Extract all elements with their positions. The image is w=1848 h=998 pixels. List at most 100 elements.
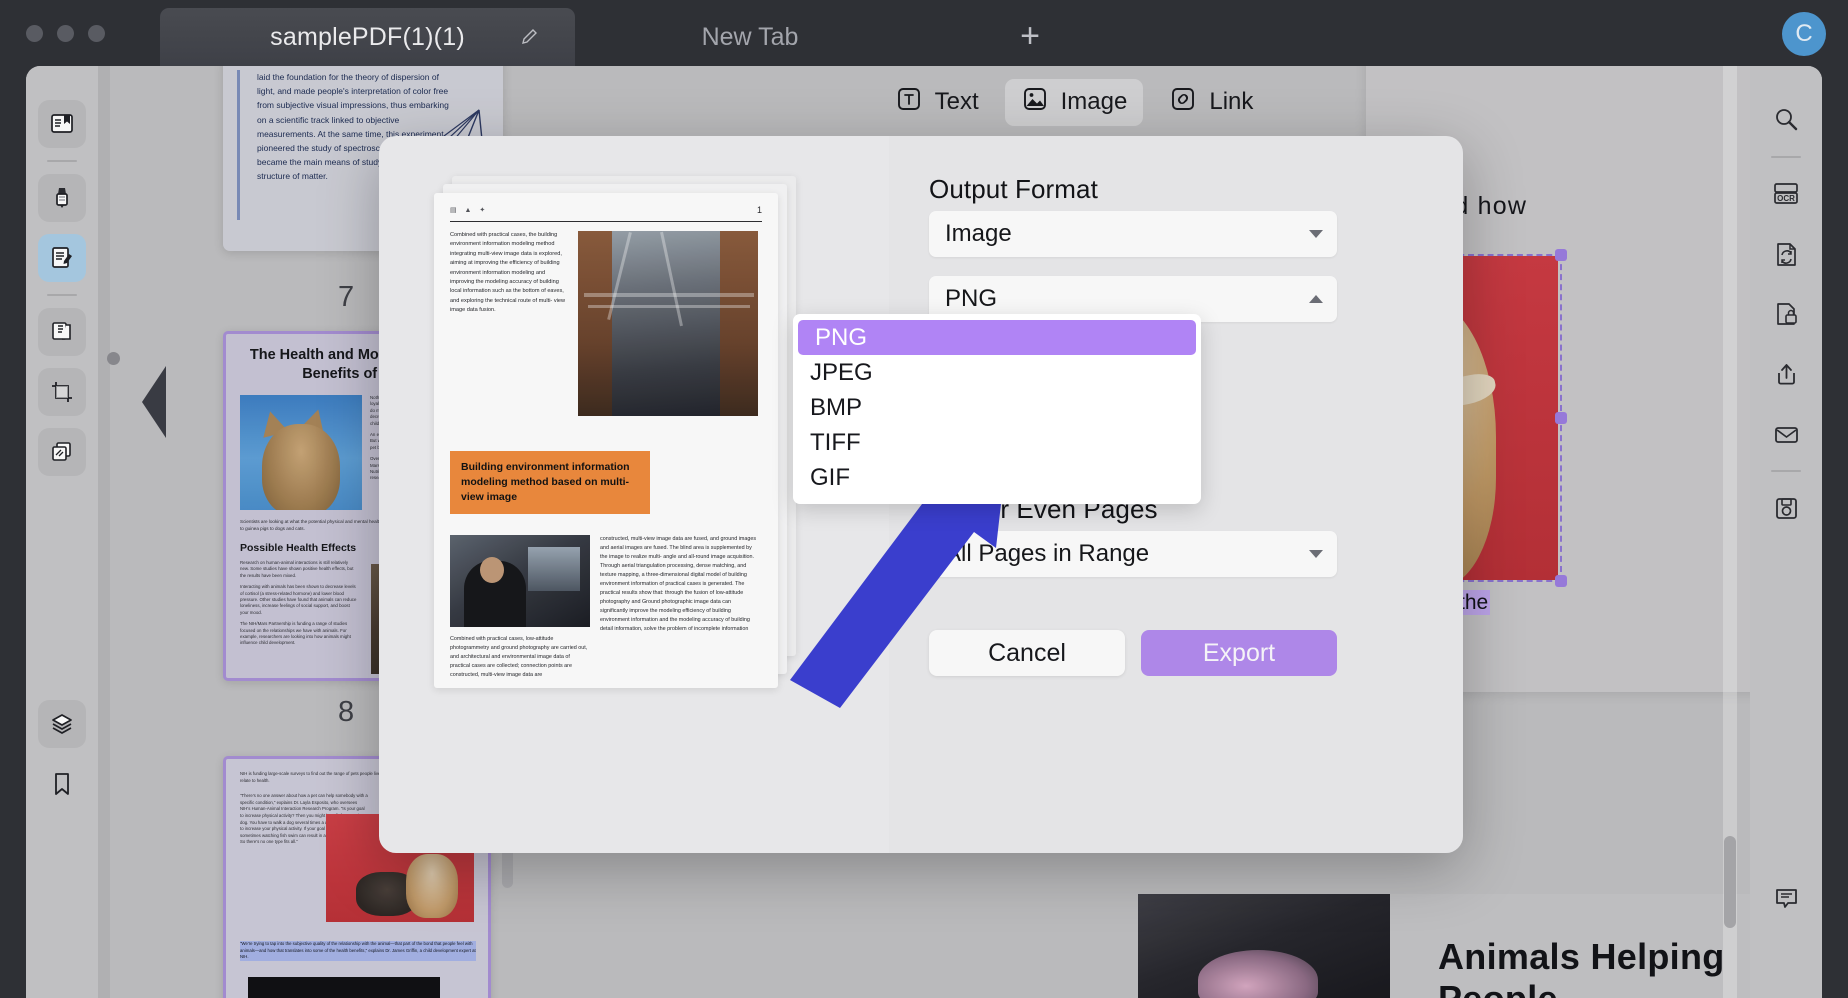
page8-sec-p2: Interacting with animals has been shown … <box>240 584 358 616</box>
page-number-7: 7 <box>338 281 354 314</box>
dropdown-option-tiff[interactable]: TIFF <box>793 425 1201 460</box>
right-toolbar: OCR <box>1750 66 1822 998</box>
export-button[interactable]: Export <box>1141 630 1337 676</box>
format-dropdown-menu[interactable]: PNG JPEG BMP TIFF GIF <box>793 314 1201 504</box>
sidebar-item-bookmark-tool[interactable] <box>38 760 86 808</box>
sidebar-item-comment[interactable] <box>1762 874 1810 922</box>
sidebar-item-organize-pages[interactable] <box>38 308 86 356</box>
crop-icon <box>49 379 75 405</box>
minimize-window-button[interactable] <box>57 25 74 42</box>
format-value: PNG <box>945 285 997 313</box>
sidebar-item-edit-tool[interactable] <box>38 234 86 282</box>
chevron-up-icon <box>1309 295 1323 303</box>
page-number-8: 8 <box>338 696 354 729</box>
output-format-label: Output Format <box>929 174 1098 205</box>
rename-tab-icon[interactable] <box>520 27 540 47</box>
resize-handle-br[interactable] <box>1555 575 1567 587</box>
panel-drag-handle[interactable] <box>107 352 120 365</box>
rail-divider-1 <box>47 160 77 162</box>
sidebar-item-save[interactable] <box>1762 484 1810 532</box>
bottom-page-heading: Animals Helping People <box>1438 936 1750 998</box>
tab-image[interactable]: Image <box>1005 79 1144 126</box>
odd-even-value: All Pages in Range <box>945 540 1149 568</box>
mail-icon <box>1773 421 1800 448</box>
page7-accent-bar <box>237 70 240 220</box>
collapse-panel-chevron-icon[interactable] <box>142 366 166 438</box>
comment-icon <box>1773 885 1800 912</box>
dropdown-option-bmp[interactable]: BMP <box>793 390 1201 425</box>
dropdown-option-gif[interactable]: GIF <box>793 460 1201 495</box>
format-type-select[interactable]: Image <box>929 211 1337 257</box>
window-controls <box>26 25 105 42</box>
title-bar: samplePDF(1)(1) New Tab + C <box>0 0 1848 66</box>
sidebar-item-ocr[interactable]: OCR <box>1762 170 1810 218</box>
sidebar-item-share[interactable] <box>1762 350 1810 398</box>
sidebar-item-compress-tool[interactable] <box>38 428 86 476</box>
new-tab[interactable]: New Tab <box>600 8 900 66</box>
preview-page-number: 1 <box>757 205 762 215</box>
compress-icon <box>49 439 75 465</box>
dropdown-option-png[interactable]: PNG <box>798 320 1196 355</box>
tab-image-label: Image <box>1061 88 1128 116</box>
chevron-down-icon-2 <box>1309 550 1323 558</box>
canvas-left-edge <box>98 66 110 998</box>
page-bottom-fragment[interactable]: Animals Helping People <box>1138 894 1750 998</box>
preview-page-content: ▤ ▲ ✦ 1 Combined with practical cases, t… <box>434 193 778 688</box>
link-icon <box>1169 85 1197 120</box>
close-window-button[interactable] <box>26 25 43 42</box>
preview-lower-section: Combined with practical cases, low-attit… <box>450 535 762 680</box>
avatar[interactable]: C <box>1782 12 1826 56</box>
sidebar-item-search[interactable] <box>1762 96 1810 144</box>
left-toolbar <box>26 66 98 998</box>
maximize-window-button[interactable] <box>88 25 105 42</box>
page8-sec-p1: Research on human-animal interactions is… <box>240 560 358 579</box>
vertical-scrollbar-thumb[interactable] <box>1724 836 1736 928</box>
tab-text[interactable]: Text <box>879 79 995 126</box>
cancel-label: Cancel <box>988 639 1066 668</box>
rail-divider-2 <box>47 294 77 296</box>
sidebar-item-layers-tool[interactable] <box>38 700 86 748</box>
tab-title: samplePDF(1)(1) <box>270 23 465 52</box>
sidebar-item-email[interactable] <box>1762 410 1810 458</box>
add-tab-button[interactable]: + <box>1015 22 1045 52</box>
share-icon <box>1773 361 1800 388</box>
cat-photo <box>240 395 362 510</box>
bottom-photo <box>1138 894 1390 998</box>
cancel-button[interactable]: Cancel <box>929 630 1125 676</box>
dropdown-option-jpeg[interactable]: JPEG <box>793 355 1201 390</box>
protect-icon <box>1773 301 1800 328</box>
bookmark-reader-icon <box>49 111 75 137</box>
sidebar-item-reader-view[interactable] <box>38 100 86 148</box>
edit-mode-toolbar: Text Image Link <box>754 78 1394 126</box>
tab-text-label: Text <box>935 88 979 116</box>
format-type-value: Image <box>945 220 1012 248</box>
right-rail-divider-2 <box>1771 470 1801 472</box>
search-icon <box>1773 107 1800 134</box>
document-tab[interactable]: samplePDF(1)(1) <box>160 8 575 66</box>
application-window: samplePDF(1)(1) New Tab + C <box>0 0 1848 998</box>
bookmark-icon <box>49 771 75 797</box>
resize-handle-mr[interactable] <box>1555 412 1567 424</box>
resize-handle-tr[interactable] <box>1555 249 1567 261</box>
layers-icon <box>49 711 75 737</box>
save-icon <box>1773 495 1800 522</box>
preview-title-text: Building environment information modelin… <box>461 460 639 505</box>
page9-image-strip <box>248 977 440 998</box>
sidebar-item-highlight-tool[interactable] <box>38 174 86 222</box>
edit-document-icon <box>49 245 75 271</box>
ocr-icon: OCR <box>1771 181 1801 208</box>
preview-hero-image <box>578 231 758 416</box>
new-tab-label: New Tab <box>702 23 799 52</box>
page8-sec-p3: The NIH/Mars Partnership is funding a ra… <box>240 621 358 647</box>
preview-right-column: constructed, multi-view image data are f… <box>600 535 760 680</box>
avatar-initial: C <box>1795 20 1812 48</box>
svg-text:OCR: OCR <box>1777 194 1795 203</box>
sidebar-item-convert[interactable] <box>1762 230 1810 278</box>
right-rail-divider-1 <box>1771 156 1801 158</box>
odd-even-select[interactable]: All Pages in Range <box>929 531 1337 577</box>
sidebar-item-protect[interactable] <box>1762 290 1810 338</box>
page9-highlight: "We're trying to tap into the subjective… <box>240 941 476 961</box>
tab-link[interactable]: Link <box>1153 79 1269 126</box>
sidebar-item-crop-tool[interactable] <box>38 368 86 416</box>
text-box-icon <box>895 85 923 120</box>
